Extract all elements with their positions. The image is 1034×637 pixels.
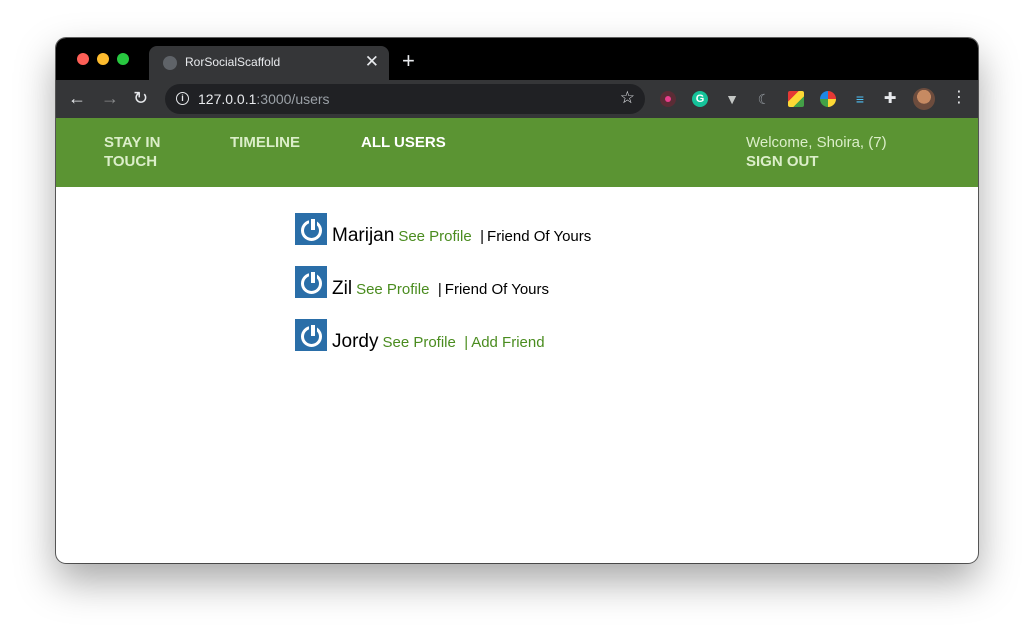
separator: | [437,281,442,298]
sign-out-link[interactable]: SIGN OUT [746,152,819,171]
url-host: 127.0.0.1 [198,91,257,107]
nav-timeline-link[interactable]: TIMELINE [230,133,300,152]
power-icon [295,213,327,245]
close-window-button[interactable] [77,53,89,65]
reload-icon[interactable]: ↻ [133,88,148,108]
info-icon[interactable]: i [176,92,189,105]
user-name: Marijan [332,225,395,246]
url-path: :3000/users [256,91,330,107]
nav-all-users-link[interactable]: ALL USERS [361,133,446,152]
browser-tab[interactable]: RorSocialScaffold ✕ [149,46,389,80]
address-bar[interactable]: i 127.0.0.1:3000/users ☆ [165,84,645,114]
tab-title: RorSocialScaffold [185,55,281,69]
site-header: STAY IN TOUCH TIMELINE ALL USERS Welcome… [56,118,978,187]
bookmark-star-icon[interactable]: ☆ [620,88,635,108]
screencastify-icon[interactable] [660,91,676,107]
user-name: Zil [332,278,353,299]
ext-colorful-icon[interactable] [788,91,804,107]
globe-icon [163,56,177,70]
close-icon[interactable]: ✕ [365,52,379,72]
power-icon [295,266,327,298]
see-profile-link[interactable]: See Profile [382,334,455,351]
url-text[interactable]: 127.0.0.1:3000/users [198,91,330,107]
separator: | [464,334,469,351]
user-name: Jordy [332,331,379,352]
maximize-window-button[interactable] [117,53,129,65]
friend-status: Friend Of Yours [487,228,592,245]
menu-dots-icon[interactable]: ⋮ [951,88,967,108]
puzzle-icon[interactable]: ✚ [882,91,898,107]
welcome-text: Welcome, Shoira, (7) [746,134,887,151]
forward-arrow-icon[interactable]: → [101,88,119,108]
new-tab-button[interactable]: + [402,50,415,72]
tab-strip: RorSocialScaffold ✕ + [56,38,978,80]
back-arrow-icon[interactable]: ← [68,88,86,108]
browser-toolbar: ← → ↻ i 127.0.0.1:3000/users ☆ G ▼ ☾ ≡ ✚… [56,80,978,118]
nav-brand-link[interactable]: STAY IN TOUCH [104,133,184,171]
minimize-window-button[interactable] [97,53,109,65]
browser-window: RorSocialScaffold ✕ + ← → ↻ i 127.0.0.1:… [56,38,978,563]
grammarly-icon[interactable]: G [692,91,708,107]
see-profile-link[interactable]: See Profile [398,228,471,245]
react-icon[interactable]: ☾ [756,91,772,107]
ext-circle-icon[interactable] [820,91,836,107]
vue-devtools-icon[interactable]: ▼ [724,91,740,107]
separator: | [480,228,485,245]
see-profile-link[interactable]: See Profile [356,281,429,298]
filter-icon[interactable]: ≡ [852,91,868,107]
profile-avatar[interactable] [913,88,935,110]
add-friend-link[interactable]: Add Friend [471,334,544,351]
friend-status: Friend Of Yours [444,281,550,298]
power-icon [295,319,327,351]
